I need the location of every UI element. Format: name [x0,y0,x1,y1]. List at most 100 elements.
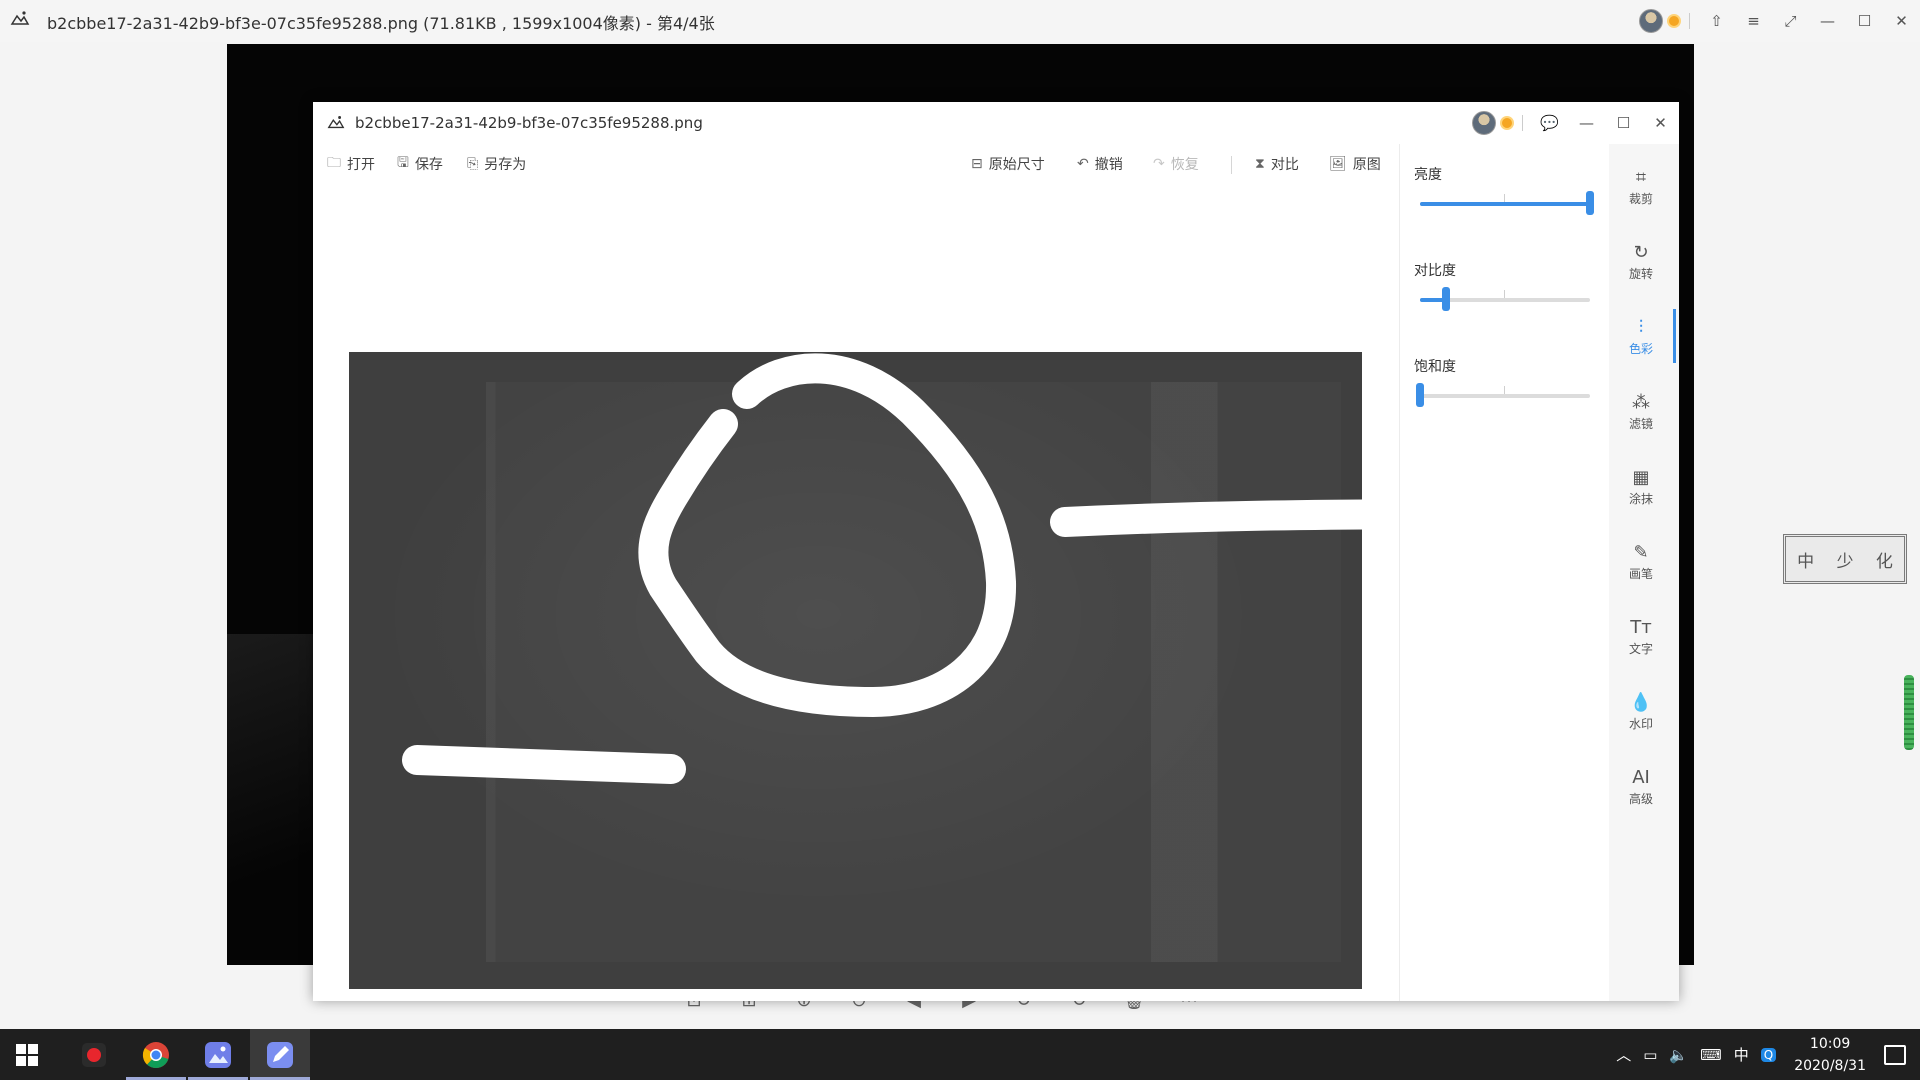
brightness-slider[interactable] [1420,191,1594,215]
outer-titlebar: b2cbbe17-2a31-42b9-bf3e-07c35fe95288.png… [0,0,1920,42]
chrome-icon [142,1041,169,1068]
tool-rotate[interactable]: ↻ 旋转 [1609,229,1673,291]
editor-maximize-icon[interactable]: ☐ [1605,102,1642,144]
clock-time: 10:09 [1809,1035,1851,1052]
taskbar-screen-recorder[interactable] [64,1029,124,1080]
tool-label: 画笔 [1628,567,1653,581]
tray-expand-icon[interactable]: ︿ [1616,1044,1631,1065]
tool-label: 滤镜 [1628,417,1653,431]
tool-color[interactable]: ⫶ 色彩 [1609,304,1676,366]
notification-icon[interactable] [1884,1044,1906,1065]
taskbar-chrome[interactable] [126,1029,186,1080]
taskbar-photo-viewer[interactable] [188,1029,248,1080]
crop-icon: ⌗ [1635,167,1647,188]
tool-watermark[interactable]: 💧 水印 [1609,679,1673,741]
contrast-group: 对比度 [1414,260,1598,311]
qq-icon[interactable]: Q [1760,1047,1777,1062]
stamp-char: 少 [1836,551,1854,572]
tool-crop[interactable]: ⌗ 裁剪 [1609,154,1673,216]
rotate-icon: ↻ [1633,242,1649,263]
fullscreen-icon[interactable]: ⤢ [1772,0,1809,42]
save-as-icon: ⎘ [467,156,479,172]
editor-canvas-area [313,178,1398,1001]
editor-window-title: b2cbbe17-2a31-42b9-bf3e-07c35fe95288.png [355,114,703,132]
tool-label: 裁剪 [1628,192,1653,206]
saturation-slider[interactable] [1416,383,1590,407]
taskbar-image-editor[interactable] [250,1029,310,1080]
seal-stamp: 中 少 化 [1783,534,1907,584]
ai-icon: AI [1632,767,1650,788]
redo-button[interactable]: ↷ 恢复 [1153,150,1199,178]
stamp-char: 化 [1875,551,1893,572]
feedback-icon[interactable]: 💬 [1531,102,1568,144]
editor-toolbar: 🗀 打开 🖫 保存 ⎘ 另存为 ⊟ 原始尺寸 ↶ 撤销 ↷ 恢复 ⧗ 对比 🖼 … [313,150,1389,178]
clock[interactable]: 10:09 2020/8/31 [1794,1033,1866,1077]
editor-minimize-icon[interactable]: — [1568,102,1605,144]
save-button[interactable]: 🖫 保存 [397,150,443,178]
tool-label: 水印 [1628,717,1653,731]
image-icon: 🖼 [1329,156,1347,172]
save-as-button[interactable]: ⎘ 另存为 [467,150,526,178]
screen-recorder-icon [82,1042,106,1067]
edited-photo[interactable] [349,352,1362,989]
keyboard-icon[interactable]: ⌨ [1700,1046,1722,1064]
battery-icon[interactable]: ▭ [1643,1046,1657,1064]
tool-label: 色彩 [1628,342,1653,356]
volume-icon[interactable]: 🔈 [1669,1046,1688,1064]
system-tray: ︿ ▭ 🔈 ⌨ 中 Q 10:09 2020/8/31 [1610,1029,1920,1080]
stamp-char: 中 [1797,551,1815,572]
user-avatar[interactable] [1639,9,1663,33]
text-icon: Tт [1630,617,1652,638]
redo-icon: ↷ [1153,156,1165,172]
maximize-icon[interactable]: ☐ [1846,0,1883,42]
tool-smudge[interactable]: ▦ 涂抹 [1609,454,1673,516]
original-image-button[interactable]: 🖼 原图 [1329,150,1381,178]
tool-label: 文字 [1628,642,1653,656]
undo-label: 撤销 [1094,157,1123,173]
saturation-group: 饱和度 [1414,356,1598,407]
undo-button[interactable]: ↶ 撤销 [1077,150,1123,178]
pin-icon[interactable]: ⇧ [1698,0,1735,42]
color-adjust-panel: 亮度 对比度 饱和度 [1399,144,1610,1001]
tool-label: 旋转 [1628,267,1653,281]
brightness-label: 亮度 [1414,167,1442,183]
tool-brush[interactable]: ✎ 画笔 [1609,529,1673,591]
save-as-label: 另存为 [484,157,527,173]
undo-icon: ↶ [1077,156,1089,172]
contrast-slider[interactable] [1420,287,1590,311]
editor-vip-badge-icon[interactable] [1500,116,1514,130]
redo-label: 恢复 [1170,157,1199,173]
close-icon[interactable]: ✕ [1883,0,1920,42]
open-button[interactable]: 🗀 打开 [327,150,375,178]
brush-icon: ✎ [1633,542,1649,563]
original-size-icon: ⊟ [971,156,983,172]
brightness-group: 亮度 [1414,164,1598,215]
compare-button[interactable]: ⧗ 对比 [1255,150,1299,178]
filter-icon: ⁂ [1632,392,1650,413]
save-label: 保存 [414,157,443,173]
tool-text[interactable]: Tт 文字 [1609,604,1673,666]
editor-close-icon[interactable]: ✕ [1642,102,1679,144]
color-icon: ⫶ [1638,317,1644,338]
ime-indicator[interactable]: 中 [1734,1044,1749,1065]
original-size-button[interactable]: ⊟ 原始尺寸 [971,150,1045,178]
minimize-icon[interactable]: — [1809,0,1846,42]
windows-start-icon[interactable] [16,1044,38,1066]
outer-window-title: b2cbbe17-2a31-42b9-bf3e-07c35fe95288.png… [47,14,715,33]
taskbar: ︿ ▭ 🔈 ⌨ 中 Q 10:09 2020/8/31 [0,1029,1920,1080]
tool-label: 涂抹 [1628,492,1653,506]
tool-filter[interactable]: ⁂ 滤镜 [1609,379,1673,441]
menu-icon[interactable]: ≡ [1735,0,1772,42]
photo-viewer-icon [205,1041,231,1068]
tool-advanced[interactable]: AI 高级 [1609,754,1673,816]
saturation-label: 饱和度 [1414,359,1456,375]
original-size-label: 原始尺寸 [988,157,1045,173]
tool-label: 高级 [1628,792,1653,806]
clock-date: 2020/8/31 [1794,1057,1866,1074]
side-scroll-indicator[interactable] [1904,675,1914,750]
contrast-label: 对比度 [1414,263,1456,279]
image-viewer-logo-icon [10,11,30,25]
editor-user-avatar[interactable] [1472,111,1496,135]
save-icon: 🖫 [397,155,409,171]
vip-badge-icon[interactable] [1667,14,1681,28]
